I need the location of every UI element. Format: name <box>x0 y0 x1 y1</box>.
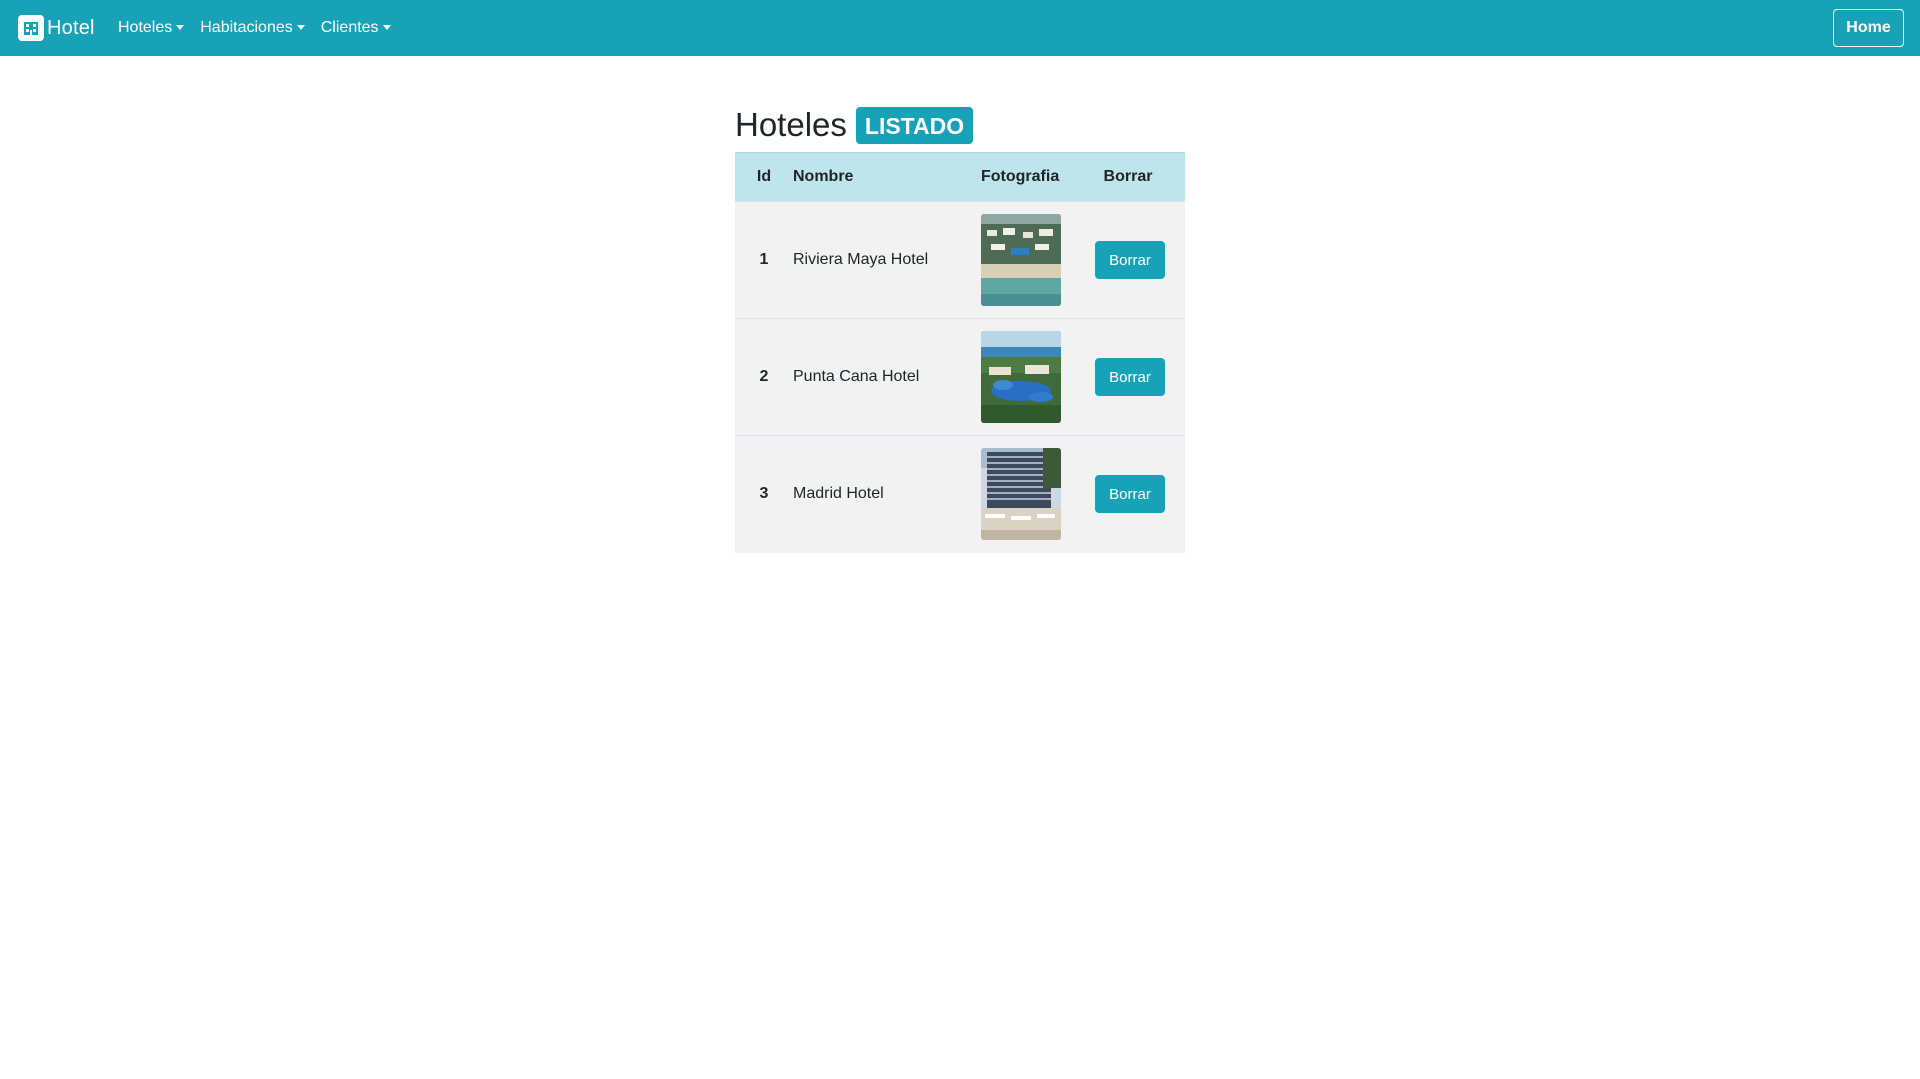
brand-link[interactable]: Hotel <box>18 14 95 42</box>
delete-button[interactable]: Borrar <box>1095 475 1165 514</box>
caret-down-icon <box>296 24 305 30</box>
page-title: Hoteles <box>735 106 847 143</box>
nav-dropdown-label: Habitaciones <box>200 19 293 36</box>
aerial-beach-resort-photo <box>981 214 1061 306</box>
delete-button[interactable]: Borrar <box>1095 241 1165 279</box>
home-button[interactable]: Home <box>1833 9 1904 47</box>
header-id: Id <box>735 152 793 202</box>
brand-label: Hotel <box>47 16 95 39</box>
page-heading: Hoteles LISTADO <box>735 104 1185 146</box>
hotel-icon <box>18 15 44 41</box>
row-id: 2 <box>759 368 769 385</box>
table-row: 1 Riviera Maya Hotel Borrar <box>735 201 1185 319</box>
row-name: Punta Cana Hotel <box>793 368 920 385</box>
row-name: Riviera Maya Hotel <box>793 251 929 268</box>
main-content: Hoteles LISTADO Id Nombre Fotografia Bor… <box>735 104 1185 553</box>
navbar: Hotel Hoteles Habitaciones Clientes Home <box>0 0 1920 56</box>
tropical-pool-resort-photo <box>981 331 1061 423</box>
hotels-table: Id Nombre Fotografia Borrar 1 Riviera Ma… <box>735 152 1185 553</box>
header-delete: Borrar <box>1093 152 1185 202</box>
header-name: Nombre <box>793 152 981 202</box>
header-photo: Fotografia <box>981 152 1093 202</box>
nav-menu: Hoteles Habitaciones Clientes <box>110 0 399 56</box>
row-id: 3 <box>759 485 769 503</box>
caret-down-icon <box>382 24 391 30</box>
caret-down-icon <box>176 24 185 30</box>
table-row: 3 Madrid Hotel Borrar <box>735 435 1185 553</box>
nav-dropdown-label: Hoteles <box>118 19 173 36</box>
table-row: 2 Punta Cana Hotel Borrar <box>735 318 1185 436</box>
nav-dropdown-hoteles[interactable]: Hoteles <box>110 0 192 56</box>
nav-dropdown-clientes[interactable]: Clientes <box>313 0 399 56</box>
row-name: Madrid Hotel <box>793 485 884 503</box>
nav-dropdown-habitaciones[interactable]: Habitaciones <box>192 0 313 56</box>
listado-badge: LISTADO <box>855 106 974 144</box>
delete-button[interactable]: Borrar <box>1095 358 1165 396</box>
city-hotel-building-photo <box>981 448 1061 541</box>
nav-dropdown-label: Clientes <box>320 19 379 36</box>
row-id: 1 <box>759 251 769 268</box>
table-header-row: Id Nombre Fotografia Borrar <box>735 152 1185 202</box>
